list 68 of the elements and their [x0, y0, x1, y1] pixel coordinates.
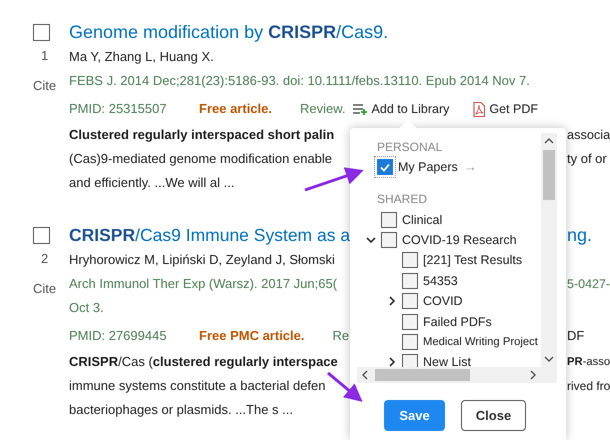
scroll-left-icon: [362, 370, 368, 380]
annotation-arrow: [304, 167, 364, 192]
list-name[interactable]: New List: [423, 354, 471, 367]
list-name[interactable]: Clinical: [402, 212, 442, 228]
list-name[interactable]: [221] Test Results: [423, 252, 522, 268]
citation-text: Oct 3.: [69, 299, 104, 317]
cite-link[interactable]: Cite: [33, 281, 56, 297]
pmid-text: PMID: 25315507: [69, 100, 168, 118]
list-checkbox[interactable]: [402, 272, 418, 289]
abstract-text: immune systems constitute a bacterial defen: [69, 377, 326, 395]
abstract-text: bacteriophages or plasmids. ...The s ...: [69, 401, 293, 419]
add-to-library-button[interactable]: Add to Library: [352, 100, 450, 118]
list-name[interactable]: COVID-19 Research: [402, 232, 517, 248]
result-number: 1: [41, 48, 48, 64]
list-name[interactable]: COVID: [423, 293, 463, 310]
author-list: Ma Y, Zhang L, Huang X.: [69, 45, 214, 69]
add-list-icon: [352, 103, 368, 115]
list-checkbox[interactable]: [402, 252, 418, 268]
article-title[interactable]: ng.: [567, 222, 610, 248]
abstract-text: CRISPR/Cas (clustered regularly interspace: [69, 353, 338, 371]
list-name[interactable]: Failed PDFs: [423, 314, 492, 330]
section-heading: PERSONAL: [376, 139, 444, 156]
free-article-label: Free article.: [199, 100, 272, 118]
list-checkbox[interactable]: [402, 293, 418, 310]
scroll-thumb[interactable]: [543, 150, 555, 200]
article-title[interactable]: CRISPR/Cas9 Immune System as a: [69, 222, 350, 248]
citation-text: FEBS J. 2014 Dec;281(23):5186-93. doi: 10.1111/febs.13110. Epub 2014 Nov 7.: [69, 72, 530, 90]
abstract-text: and efficiently. ...We will al ...: [69, 174, 234, 192]
review-label: Re: [332, 327, 350, 345]
close-button[interactable]: Close: [461, 400, 526, 431]
list-checkbox[interactable]: [402, 334, 418, 350]
list-checkbox[interactable]: [381, 212, 397, 228]
article-title[interactable]: Genome modification by CRISPR/Cas9.: [69, 19, 388, 45]
select-checkbox[interactable]: [33, 24, 50, 41]
citation-text: 5-0427-: [567, 276, 610, 293]
horizontal-scrollbar[interactable]: [357, 367, 541, 383]
check-icon: [380, 162, 390, 172]
list-name[interactable]: My Papers: [398, 159, 458, 176]
list-checkbox[interactable]: [402, 314, 418, 330]
result-number: 2: [41, 251, 48, 267]
pdf-icon: [473, 102, 486, 116]
vertical-scrollbar[interactable]: [541, 133, 557, 367]
scroll-right-icon: [530, 370, 536, 380]
cite-link[interactable]: Cite: [33, 78, 56, 94]
list-checkbox[interactable]: [402, 354, 418, 367]
scroll-thumb[interactable]: [375, 369, 470, 381]
abstract-text: rived fro: [567, 378, 610, 395]
abstract-text: associa: [567, 126, 610, 144]
select-checkbox[interactable]: [33, 227, 50, 244]
pmid-text: PMID: 27699445: [69, 327, 168, 345]
abstract-text: Clustered regularly interspaced short palin: [69, 126, 334, 144]
section-heading: SHARED: [376, 191, 428, 208]
scroll-down-icon: [544, 356, 554, 362]
free-article-label: Free PMC article.: [199, 327, 304, 345]
scroll-up-icon: [544, 138, 554, 144]
annotation-arrow: [327, 372, 363, 402]
list-checkbox[interactable]: [381, 232, 397, 248]
get-pdf-button[interactable]: Get PDF: [473, 100, 538, 118]
list-name[interactable]: Medical Writing Project: [423, 334, 538, 350]
review-label: Review.: [300, 100, 346, 118]
abstract-text: (Cas)9-mediated genome modification enable: [69, 150, 332, 168]
list-name[interactable]: 54353: [423, 272, 458, 289]
abstract-text: PR-asso: [567, 355, 610, 370]
abstract-text: ty of or: [567, 150, 608, 168]
citation-text: Arch Immunol Ther Exp (Warsz). 2017 Jun;65(: [69, 275, 338, 293]
save-button[interactable]: Save: [384, 400, 445, 431]
author-list: Hryhorowicz M, Lipiński D, Zeyland J, Słomski: [69, 248, 335, 272]
get-pdf-button[interactable]: DF: [567, 322, 610, 350]
